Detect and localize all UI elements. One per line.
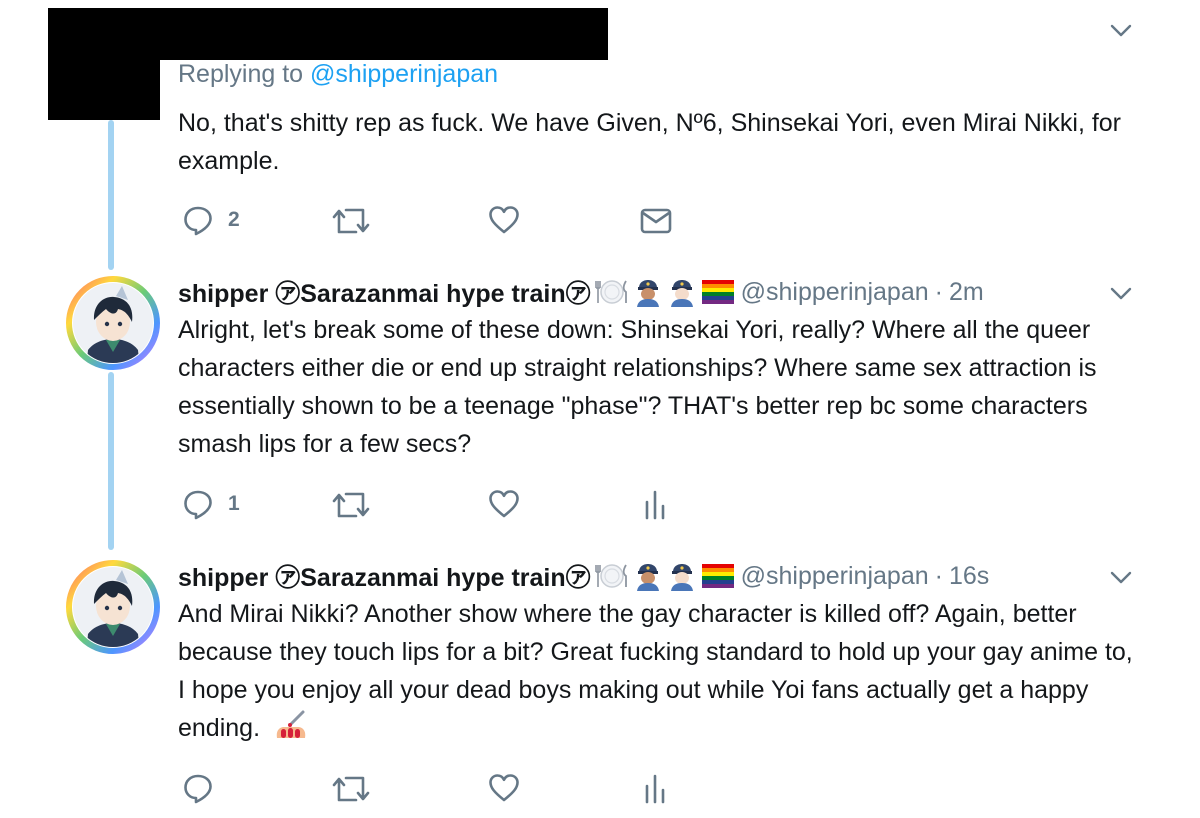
envelope-icon[interactable] bbox=[640, 208, 672, 234]
retweet-icon[interactable] bbox=[332, 206, 370, 236]
reply-button[interactable]: 2 bbox=[182, 204, 240, 236]
analytics-icon[interactable] bbox=[644, 772, 666, 804]
reply-icon bbox=[184, 206, 212, 236]
name-emojis bbox=[594, 561, 735, 591]
avatar[interactable] bbox=[66, 560, 160, 654]
tweet-header: shipper ㋐Sarazanmai hype train㋐ @shipper… bbox=[178, 274, 984, 310]
reply-icon bbox=[184, 490, 212, 520]
tweet-text-content: And Mirai Nikki? Another show where the … bbox=[178, 600, 1133, 742]
police-officer-emoji bbox=[636, 280, 659, 307]
replying-to-line: Replying to @shipperinjapan bbox=[178, 60, 498, 89]
fork-knife-plate-emoji bbox=[594, 280, 627, 304]
like-icon[interactable] bbox=[488, 773, 520, 803]
avatar[interactable] bbox=[66, 276, 160, 370]
display-name[interactable]: shipper ㋐Sarazanmai hype train㋐ bbox=[178, 558, 591, 594]
name-emojis bbox=[594, 277, 735, 307]
display-name[interactable]: shipper ㋐Sarazanmai hype train㋐ bbox=[178, 274, 591, 310]
handle[interactable]: @shipperinjapan bbox=[741, 562, 929, 591]
reply-count: 1 bbox=[228, 492, 240, 515]
timestamp[interactable]: 2m bbox=[949, 278, 984, 307]
retweet-icon[interactable] bbox=[332, 774, 370, 804]
reply-count: 2 bbox=[228, 208, 240, 231]
chevron-down-icon[interactable] bbox=[1110, 571, 1132, 585]
replying-to-label: Replying to bbox=[178, 60, 304, 88]
reply-icon bbox=[184, 774, 212, 804]
retweet-icon[interactable] bbox=[332, 490, 370, 520]
chevron-down-icon[interactable] bbox=[1110, 287, 1132, 301]
rainbow-flag-emoji bbox=[701, 280, 734, 304]
police-officer-emoji bbox=[670, 280, 693, 307]
chevron-down-icon[interactable] bbox=[1110, 24, 1132, 38]
reply-button[interactable]: 1 bbox=[182, 488, 240, 520]
thread-line-1 bbox=[108, 120, 114, 270]
redacted-area-left bbox=[48, 8, 160, 120]
tweet-text: And Mirai Nikki? Another show where the … bbox=[178, 595, 1138, 747]
rainbow-flag-emoji bbox=[701, 564, 734, 588]
like-icon[interactable] bbox=[488, 205, 520, 235]
fork-knife-plate-emoji bbox=[594, 564, 627, 588]
police-officer-emoji bbox=[670, 564, 693, 591]
thread-line-2 bbox=[108, 372, 114, 550]
like-icon[interactable] bbox=[488, 489, 520, 519]
handle[interactable]: @shipperinjapan bbox=[741, 278, 929, 307]
tweet-text: Alright, let's break some of these down:… bbox=[178, 316, 1097, 458]
nail-polish-emoji bbox=[276, 710, 306, 738]
replying-to-handle[interactable]: @shipperinjapan bbox=[310, 60, 498, 88]
timestamp[interactable]: 16s bbox=[949, 562, 989, 591]
analytics-icon[interactable] bbox=[644, 488, 666, 520]
tweet-header: shipper ㋐Sarazanmai hype train㋐ @shipper… bbox=[178, 558, 989, 594]
police-officer-emoji bbox=[636, 564, 659, 591]
reply-button[interactable] bbox=[182, 772, 214, 804]
tweet-text: No, that's shitty rep as fuck. We have G… bbox=[178, 109, 1122, 175]
separator-dot: · bbox=[934, 561, 943, 590]
separator-dot: · bbox=[934, 277, 943, 306]
